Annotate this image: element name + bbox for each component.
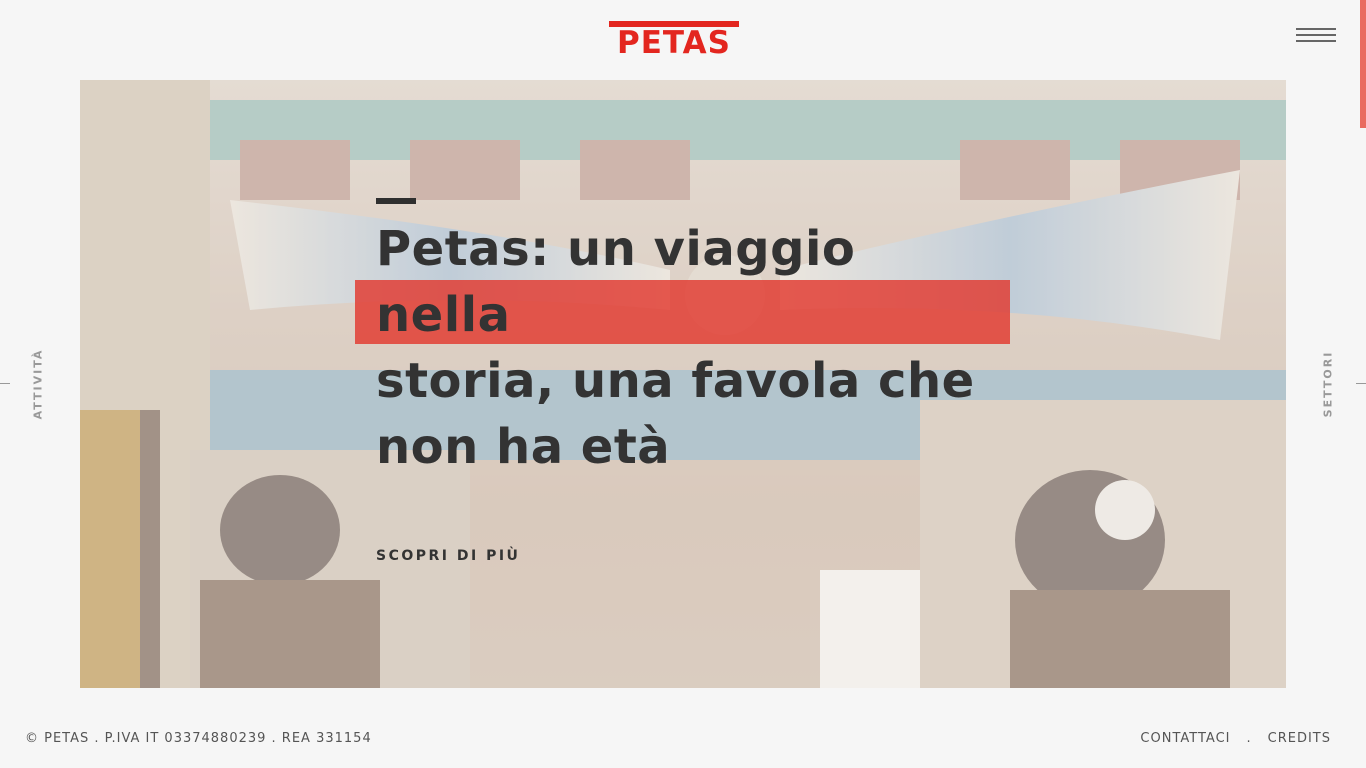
hero-banner: Petas: un viaggio nella storia, una favo… bbox=[80, 80, 1286, 688]
credits-link[interactable]: CREDITS bbox=[1268, 731, 1331, 746]
petas-logo[interactable]: PETAS bbox=[609, 21, 739, 61]
side-nav-settori[interactable]: SETTORI bbox=[1322, 351, 1335, 418]
headline-block: Petas: un viaggio nella storia, una favo… bbox=[355, 198, 1055, 480]
hero-headline: Petas: un viaggio nella storia, una favo… bbox=[376, 216, 1055, 480]
logo-text: PETAS bbox=[617, 25, 731, 61]
footer-separator: . bbox=[1246, 731, 1252, 746]
headline-line-2: nella bbox=[376, 287, 511, 343]
headline-line-1: Petas: un viaggio bbox=[376, 221, 856, 277]
headline-line-4: non ha età bbox=[376, 419, 671, 475]
headline-line-3: storia, una favola che bbox=[376, 353, 975, 409]
footer-legal: © PETAS . P.IVA IT 03374880239 . REA 331… bbox=[25, 731, 372, 746]
headline-rule bbox=[376, 198, 416, 204]
left-nav-tick bbox=[0, 383, 10, 384]
footer-links: CONTATTACI . CREDITS bbox=[1140, 731, 1331, 746]
right-nav-tick bbox=[1356, 383, 1366, 384]
discover-more-link[interactable]: SCOPRI DI PIÙ bbox=[376, 548, 520, 564]
menu-button[interactable] bbox=[1294, 26, 1338, 46]
menu-icon bbox=[1296, 28, 1336, 30]
contact-link[interactable]: CONTATTACI bbox=[1140, 731, 1230, 746]
side-nav-attivita[interactable]: ATTIVITÀ bbox=[32, 349, 45, 420]
scroll-indicator[interactable] bbox=[1360, 0, 1366, 128]
